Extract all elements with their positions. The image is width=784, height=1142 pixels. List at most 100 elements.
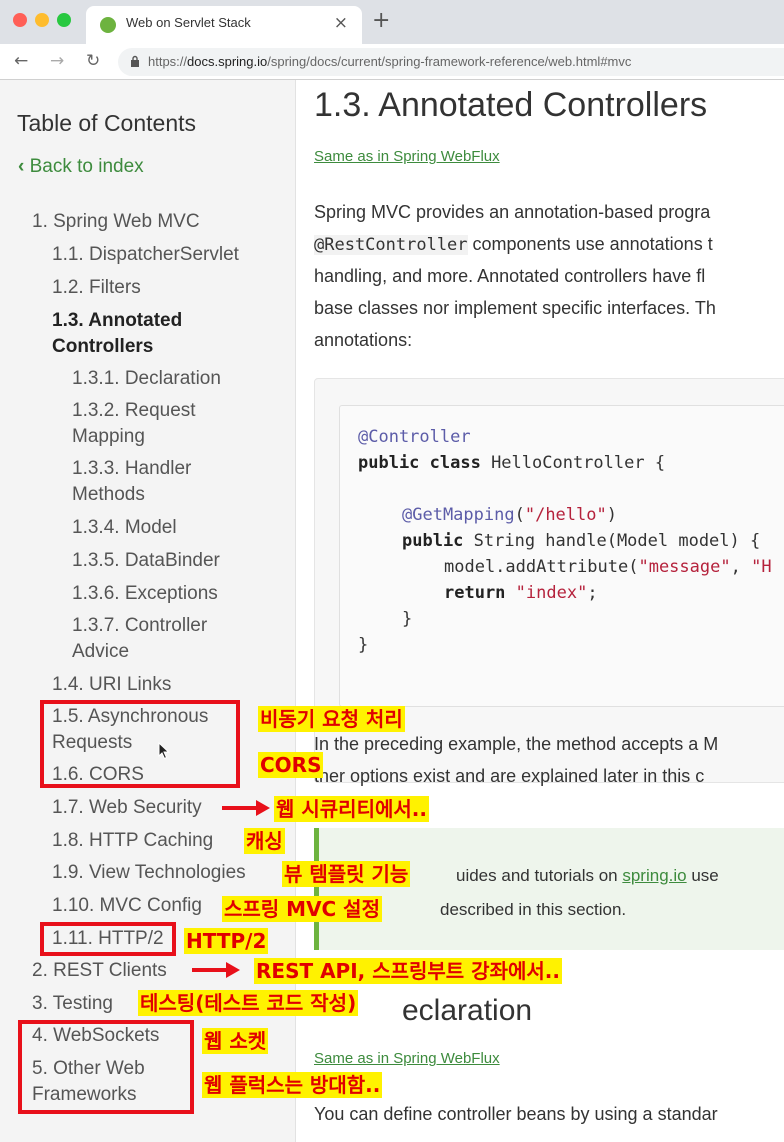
new-tab-icon[interactable]: + (372, 8, 390, 33)
spring-favicon-icon (100, 17, 116, 33)
browser-chrome: Web on Servlet Stack × + ← → ↻ https://d… (0, 0, 784, 80)
code-line: return "index"; (444, 583, 598, 603)
back-label: Back to index (29, 156, 144, 177)
toc-item-dispatcherservlet[interactable]: 1.1. DispatcherServlet (52, 242, 239, 268)
code-token: "/hello" (524, 505, 607, 525)
note-rest-api: REST API, 스프링부트 강좌에서.. (254, 958, 562, 984)
highlight-box-http2 (40, 922, 176, 956)
code-line: public String handle(Model model) { (402, 531, 760, 551)
code-token: "message" (638, 557, 731, 577)
paragraph-text: components use annotations t (467, 234, 713, 254)
paragraph-line: You can define controller beans by using… (314, 1104, 718, 1124)
browser-toolbar: ← → ↻ https://docs.spring.io/spring/docs… (0, 44, 784, 80)
note-async: 비동기 요청 처리 (258, 706, 405, 732)
minimize-window-button[interactable] (35, 13, 49, 27)
chevron-left-icon: ‹ (18, 156, 30, 177)
tab-title: Web on Servlet Stack (126, 15, 251, 30)
toc-item-databinder[interactable]: 1.3.5. DataBinder (72, 548, 220, 574)
toc-item-handler-methods-2[interactable]: Methods (72, 482, 145, 508)
paragraph-line: In the preceding example, the method acc… (314, 734, 719, 754)
code-token: HelloController { (480, 453, 666, 473)
toc-item-annotated-controllers[interactable]: 1.3. Annotated (52, 308, 182, 334)
code-line: public class HelloController { (358, 453, 665, 473)
code-token: "H (751, 557, 772, 577)
note-view-templates: 뷰 템플릿 기능 (282, 861, 411, 887)
code-line: } (402, 609, 413, 629)
same-as-webflux-link[interactable]: Same as in Spring WebFlux (314, 148, 500, 165)
note-http2: HTTP/2 (184, 928, 269, 954)
paragraph-line: handling, and more. Annotated controller… (314, 266, 706, 286)
code-token: ; (587, 583, 598, 603)
code-token: @GetMapping (402, 505, 515, 525)
back-arrow-icon[interactable]: ← (14, 51, 28, 71)
tip-text: described in this section. (440, 900, 627, 919)
note-mvc-config: 스프링 MVC 설정 (222, 896, 382, 922)
same-as-webflux-link-2[interactable]: Same as in Spring WebFlux (314, 1050, 500, 1067)
tip-text-part: uides and tutorials on (456, 866, 623, 885)
highlight-box-async-cors (40, 700, 240, 788)
toc-item-controller-advice-2[interactable]: Advice (72, 639, 129, 665)
code-line: } (358, 635, 369, 655)
paragraph-line: annotations: (314, 330, 413, 350)
toc-item-declaration[interactable]: 1.3.1. Declaration (72, 366, 221, 392)
paragraph-line: @RestController components use annotatio… (314, 234, 713, 255)
arrow-right-icon (192, 962, 240, 978)
toc-item-mvc-config[interactable]: 1.10. MVC Config (52, 893, 202, 919)
highlight-box-websockets (18, 1020, 194, 1114)
code-token: public (402, 531, 464, 551)
url-text: https://docs.spring.io/spring/docs/curre… (148, 54, 632, 69)
code-token: public class (358, 453, 481, 473)
inline-code: @RestController (314, 235, 468, 255)
code-token: model.addAttribute( (444, 557, 639, 577)
code-line: @Controller (358, 427, 471, 447)
forward-arrow-icon[interactable]: → (50, 51, 64, 71)
paragraph-line: base classes nor implement specific inte… (314, 298, 716, 318)
toc-item-uri-links[interactable]: 1.4. URI Links (52, 672, 171, 698)
code-line: @GetMapping("/hello") (402, 505, 617, 525)
toc-item-exceptions[interactable]: 1.3.6. Exceptions (72, 581, 218, 607)
spring-io-link[interactable]: spring.io (622, 866, 686, 885)
note-caching: 캐싱 (244, 828, 285, 854)
maximize-window-button[interactable] (57, 13, 71, 27)
tip-text: uides and tutorials on spring.io use (456, 866, 719, 886)
tip-text-part: use (686, 866, 719, 885)
code-token: String handle(Model model) { (463, 531, 761, 551)
note-cors: CORS (258, 752, 324, 778)
section-heading-declaration: eclaration (402, 994, 533, 1027)
tab-close-icon[interactable]: × (334, 13, 348, 33)
tip-box (314, 828, 784, 950)
toc-item-annotated-controllers-2[interactable]: Controllers (52, 334, 153, 360)
toc-item-request-mapping[interactable]: 1.3.2. Request (72, 398, 196, 424)
note-testing: 테스팅(테스트 코드 작성) (138, 990, 359, 1016)
toc-item-controller-advice[interactable]: 1.3.7. Controller (72, 613, 207, 639)
toc-item-handler-methods[interactable]: 1.3.3. Handler (72, 456, 191, 482)
note-webflux: 웹 플럭스는 방대함.. (202, 1072, 383, 1098)
close-window-button[interactable] (13, 13, 27, 27)
code-token: return (444, 583, 506, 603)
code-block (339, 405, 784, 707)
toc-item-http-caching[interactable]: 1.8. HTTP Caching (52, 828, 213, 854)
back-to-index-link[interactable]: ‹ Back to index (18, 156, 144, 178)
code-token: "index" (505, 583, 588, 603)
paragraph-line: Spring MVC provides an annotation-based … (314, 202, 711, 222)
code-token: ( (514, 505, 525, 525)
lock-icon (131, 55, 139, 67)
paragraph-line: ther options exist and are explained lat… (314, 766, 705, 786)
toc-item-filters[interactable]: 1.2. Filters (52, 275, 141, 301)
toc-item-request-mapping-2[interactable]: Mapping (72, 424, 145, 450)
code-line: model.addAttribute("message", "H (444, 557, 772, 577)
page-title: 1.3. Annotated Controllers (314, 86, 708, 124)
reload-icon[interactable]: ↻ (86, 51, 100, 71)
code-token: @Controller (358, 427, 471, 447)
toc-item-view-technologies[interactable]: 1.9. View Technologies (52, 860, 246, 886)
toc-title: Table of Contents (17, 110, 197, 136)
code-token: ) (606, 505, 617, 525)
toc-item-rest-clients[interactable]: 2. REST Clients (32, 958, 167, 984)
toc-item-web-security[interactable]: 1.7. Web Security (52, 795, 202, 821)
note-websockets: 웹 소켓 (202, 1028, 269, 1054)
browser-tab[interactable]: Web on Servlet Stack × (86, 6, 362, 44)
toc-item-spring-web-mvc[interactable]: 1. Spring Web MVC (32, 209, 200, 235)
address-bar[interactable]: https://docs.spring.io/spring/docs/curre… (118, 48, 784, 76)
toc-item-model[interactable]: 1.3.4. Model (72, 515, 177, 541)
toc-item-testing[interactable]: 3. Testing (32, 991, 113, 1017)
